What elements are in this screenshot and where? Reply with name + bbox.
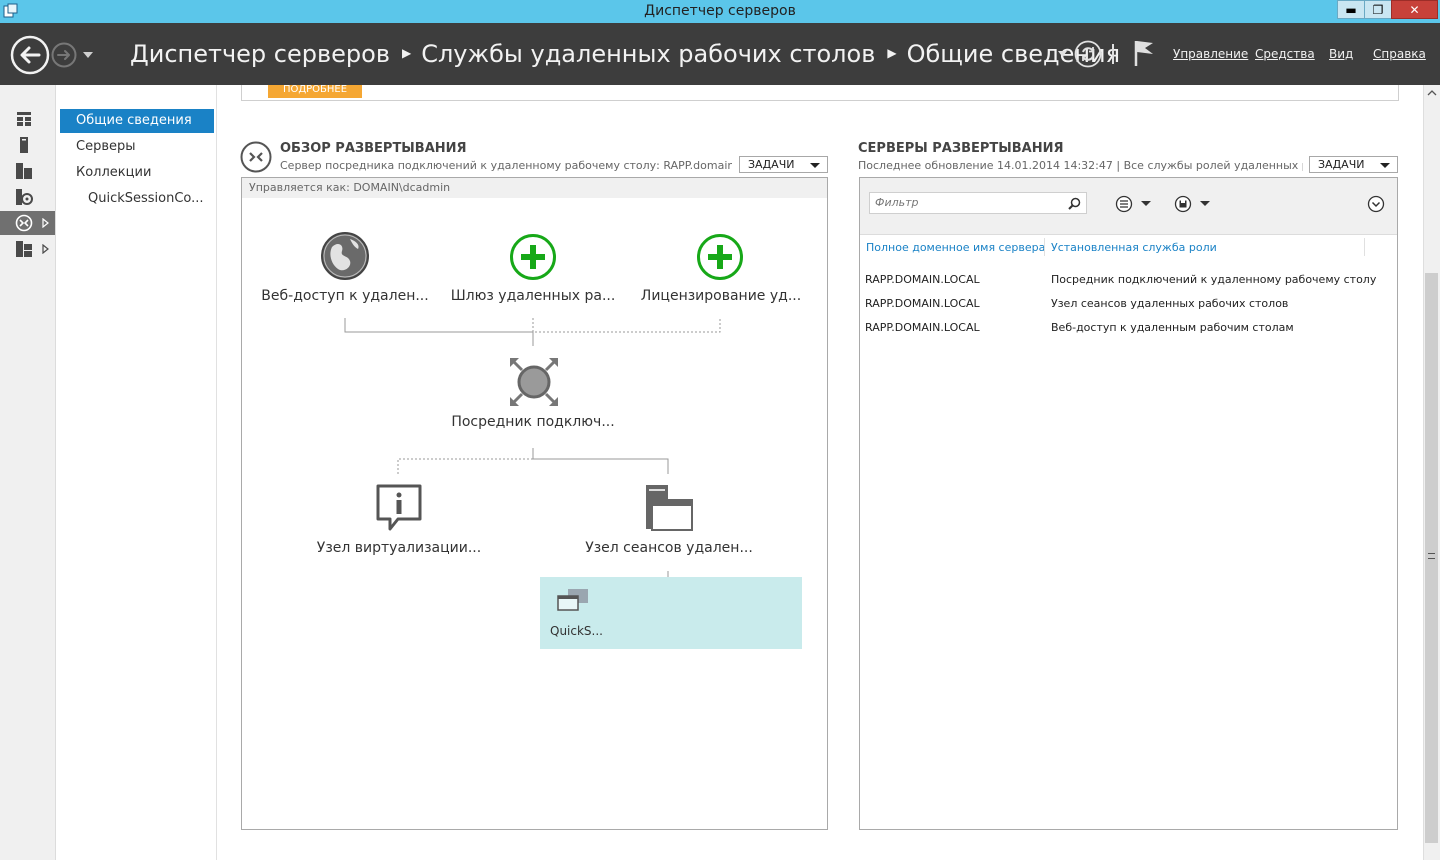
add-plus-icon — [697, 234, 743, 280]
chevron-down-icon — [810, 163, 820, 168]
breadcrumb-separator-icon: ▶ — [401, 46, 412, 60]
scroll-up-icon[interactable] — [1427, 89, 1437, 97]
forward-icon[interactable] — [51, 42, 77, 68]
info-callout-icon — [376, 484, 422, 531]
nav-item-quicksession-collection[interactable]: QuickSessionCo... — [60, 187, 214, 211]
role-web-access-label[interactable]: Веб-доступ к удален... — [250, 288, 440, 304]
deployment-servers-title: СЕРВЕРЫ РАЗВЕРТЫВАНИЯ — [858, 141, 1064, 156]
add-plus-icon — [510, 234, 556, 280]
column-header-fqdn[interactable]: Полное доменное имя сервера — [866, 241, 1045, 254]
nav-item-collections[interactable]: Коллекции — [60, 161, 214, 185]
rail-item-roles[interactable] — [0, 237, 55, 261]
navigation-pane: Общие сведения Серверы Коллекции QuickSe… — [56, 85, 217, 860]
menu-view[interactable]: Вид — [1329, 47, 1353, 61]
role-session-host-label[interactable]: Узел сеансов удален... — [574, 540, 764, 556]
menu-help[interactable]: Справка — [1373, 47, 1426, 61]
role-gateway-label[interactable]: Шлюз удаленных ра... — [438, 288, 628, 304]
overview-tasks-button[interactable]: ЗАДАЧИ — [739, 156, 828, 173]
breadcrumb-item-rds[interactable]: Службы удаленных рабочих столов — [421, 40, 875, 68]
list-view-icon[interactable] — [1115, 195, 1155, 213]
menu-tools[interactable]: Средства — [1255, 47, 1315, 61]
cell-fqdn: RAPP.DOMAIN.LOCAL — [865, 321, 980, 334]
scroll-grip-icon — [1428, 553, 1435, 559]
deployment-overview-subtitle: Сервер посредника подключений к удаленно… — [280, 159, 732, 172]
filter-placeholder: Фильтр — [875, 196, 919, 209]
role-licensing[interactable] — [696, 233, 744, 281]
servers-tasks-label: ЗАДАЧИ — [1318, 158, 1365, 171]
globe-icon — [321, 232, 369, 280]
roles-icon — [16, 241, 32, 257]
breadcrumb-separator-icon: ▶ — [887, 46, 897, 60]
restore-button[interactable]: ❐ — [1364, 0, 1392, 19]
role-virtualization-host[interactable] — [374, 483, 424, 533]
collection-icon — [557, 589, 588, 611]
left-icon-rail — [0, 85, 56, 860]
header-divider — [1112, 44, 1114, 64]
save-query-icon[interactable] — [1174, 195, 1214, 213]
deployment-servers-panel: Фильтр Полное доменное имя сервера Устан… — [859, 177, 1398, 830]
cell-role-service: Посредник подключений к удаленному рабоч… — [1051, 273, 1377, 286]
deployment-servers-subtitle: Последнее обновление 14.01.2014 14:32:47… — [858, 159, 1303, 172]
back-icon[interactable] — [10, 35, 50, 75]
role-connection-broker-label[interactable]: Посредник подключ... — [438, 414, 628, 430]
expand-arrow-icon[interactable] — [42, 218, 49, 228]
welcome-tile: ПОДРОБНЕЕ — [241, 85, 1399, 101]
rail-item-file-services[interactable] — [0, 185, 55, 209]
rail-item-all-servers[interactable] — [0, 159, 55, 183]
close-button[interactable]: ✕ — [1391, 0, 1438, 19]
file-services-icon — [16, 189, 33, 205]
connection-broker-icon — [510, 358, 558, 406]
menu-manage[interactable]: Управление — [1173, 47, 1248, 61]
app-header: Диспетчер серверов ▶ Службы удаленных рабо… — [0, 23, 1440, 85]
refresh-icon[interactable] — [1074, 40, 1102, 68]
collection-label: QuickS... — [550, 624, 603, 638]
nav-item-overview[interactable]: Общие сведения — [60, 109, 214, 133]
more-button[interactable]: ПОДРОБНЕЕ — [268, 85, 362, 98]
role-gateway[interactable] — [509, 233, 557, 281]
search-icon[interactable] — [1068, 197, 1081, 210]
window-titlebar: Диспетчер серверов ▬ ❐ ✕ — [0, 0, 1440, 23]
cell-role-service: Веб-доступ к удаленным рабочим столам — [1051, 321, 1294, 334]
breadcrumb: Диспетчер серверов ▶ Службы удаленных рабо… — [130, 40, 1120, 68]
minimize-button[interactable]: ▬ — [1337, 0, 1365, 19]
chevron-down-icon — [1380, 163, 1390, 168]
vertical-scrollbar[interactable] — [1423, 85, 1440, 860]
rail-item-local-server[interactable] — [0, 133, 55, 157]
flag-icon[interactable] — [1133, 39, 1155, 67]
collapse-chevron-icon[interactable] — [1367, 195, 1385, 213]
column-divider[interactable] — [1364, 238, 1365, 256]
rds-deployment-icon — [240, 141, 272, 173]
history-dropdown-icon[interactable] — [82, 51, 94, 59]
role-connection-broker[interactable] — [509, 357, 559, 407]
overview-tasks-label: ЗАДАЧИ — [748, 158, 795, 171]
role-virtualization-host-label[interactable]: Узел виртуализации... — [304, 540, 494, 556]
window-title: Диспетчер серверов — [644, 3, 796, 19]
servers-tasks-button[interactable]: ЗАДАЧИ — [1309, 156, 1398, 173]
filter-input[interactable]: Фильтр — [869, 192, 1087, 214]
refresh-dropdown-icon[interactable] — [1058, 51, 1067, 58]
rail-item-dashboard[interactable] — [0, 107, 55, 131]
role-web-access[interactable] — [320, 231, 370, 281]
session-host-icon — [646, 485, 693, 531]
column-header-role-service[interactable]: Установленная служба роли — [1051, 241, 1217, 254]
dashboard-icon — [17, 112, 31, 126]
cell-role-service: Узел сеансов удаленных рабочих столов — [1051, 297, 1289, 310]
deployment-overview-title: ОБЗОР РАЗВЕРТЫВАНИЯ — [280, 141, 467, 156]
expand-arrow-icon[interactable] — [42, 244, 49, 254]
role-session-host[interactable] — [644, 483, 694, 533]
column-divider[interactable] — [1044, 238, 1045, 256]
rail-item-remote-desktop[interactable] — [0, 211, 55, 235]
remote-desktop-icon — [15, 214, 33, 232]
collection-tile[interactable]: QuickS... — [540, 577, 802, 649]
nav-item-servers[interactable]: Серверы — [60, 135, 214, 159]
cell-fqdn: RAPP.DOMAIN.LOCAL — [865, 297, 980, 310]
deployment-overview-panel: Управляется как: DOMAIN\dcadmin Веб-дост… — [241, 177, 828, 830]
filter-toolbar: Фильтр — [860, 178, 1397, 235]
breadcrumb-item-server-manager[interactable]: Диспетчер серверов — [130, 40, 390, 68]
cell-fqdn: RAPP.DOMAIN.LOCAL — [865, 273, 980, 286]
main-content: ПОДРОБНЕЕ ОБЗОР РАЗВЕРТЫВАНИЯ Сервер пос… — [217, 85, 1423, 860]
role-licensing-label[interactable]: Лицензирование уд... — [626, 288, 816, 304]
local-server-icon — [20, 137, 28, 153]
all-servers-icon — [16, 163, 32, 179]
